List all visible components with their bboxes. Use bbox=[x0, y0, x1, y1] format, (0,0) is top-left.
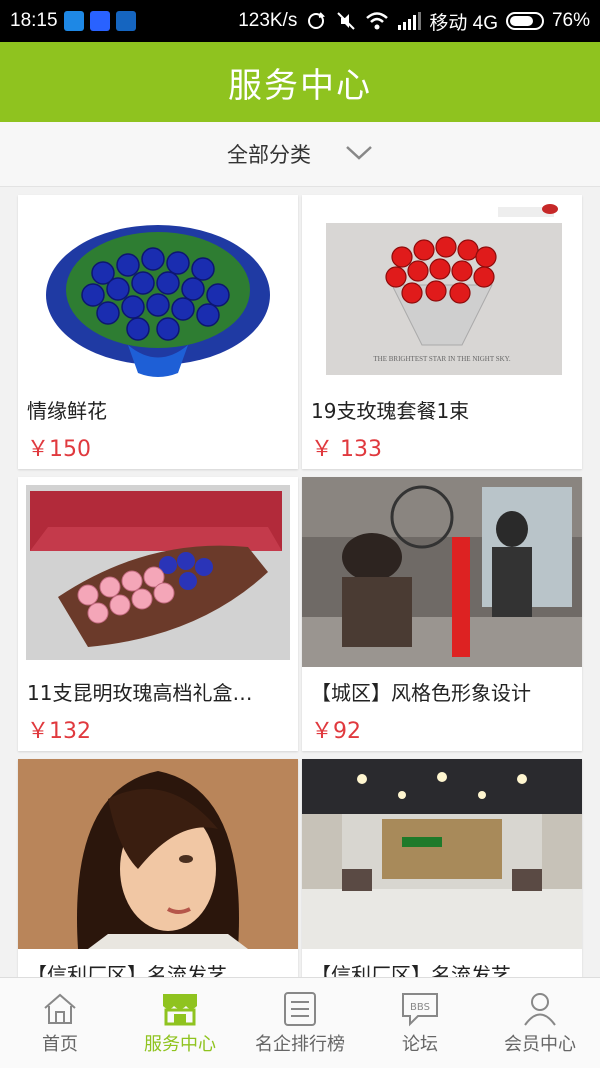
baidu-notification-icon bbox=[89, 11, 110, 31]
store-icon[interactable] bbox=[160, 988, 200, 1030]
product-card[interactable]: 11支昆明玫瑰高档礼盒… ￥132 bbox=[18, 477, 298, 751]
battery-percent: 76% bbox=[551, 10, 590, 31]
carrier-label: 移动 4G bbox=[429, 12, 498, 34]
tab-forum[interactable]: BBS 论坛 bbox=[360, 978, 480, 1068]
product-image-hairstyle[interactable] bbox=[18, 759, 298, 949]
app-notification-icon bbox=[63, 11, 84, 31]
mute-icon bbox=[335, 10, 357, 32]
product-image-salon-interior[interactable] bbox=[302, 477, 582, 667]
tab-member-center[interactable]: 会员中心 bbox=[480, 978, 600, 1068]
product-image-blue-roses[interactable] bbox=[18, 195, 298, 385]
list-icon[interactable] bbox=[281, 988, 319, 1030]
user-icon[interactable] bbox=[521, 988, 559, 1030]
product-name[interactable]: 【城区】风格色形象设计 bbox=[311, 677, 575, 706]
product-card[interactable]: 情缘鲜花 ￥150 bbox=[18, 195, 298, 469]
tab-home[interactable]: 首页 bbox=[0, 978, 120, 1068]
sync-icon bbox=[305, 10, 327, 32]
page-title: 服务中心 bbox=[228, 65, 372, 106]
tab-label[interactable]: 论坛 bbox=[402, 1030, 438, 1056]
svg-text:THE BRIGHTEST STAR IN THE NIGH: THE BRIGHTEST STAR IN THE NIGHT SKY. bbox=[373, 355, 510, 363]
product-name[interactable]: 【信利厂区】名流发艺 bbox=[27, 959, 291, 977]
signal-icon bbox=[397, 11, 422, 31]
bottom-tab-bar: 首页 服务中心 名企排行榜 BBS 论坛 会员中心 bbox=[0, 977, 600, 1068]
product-card[interactable]: 【信利厂区】名流发艺 bbox=[18, 759, 298, 977]
bbs-icon[interactable]: BBS bbox=[400, 988, 440, 1030]
wifi-icon bbox=[365, 11, 389, 31]
category-filter-label[interactable]: 全部分类 bbox=[227, 139, 311, 169]
product-image-red-roses[interactable]: THE BRIGHTEST STAR IN THE NIGHT SKY. bbox=[302, 195, 582, 385]
tab-service-center[interactable]: 服务中心 bbox=[120, 978, 240, 1068]
product-name[interactable]: 情缘鲜花 bbox=[27, 395, 291, 424]
battery-icon bbox=[505, 12, 544, 30]
product-price: ￥ 133 bbox=[311, 437, 382, 462]
product-card[interactable]: 【城区】风格色形象设计 ￥92 bbox=[302, 477, 582, 751]
product-name[interactable]: 19支玫瑰套餐1束 bbox=[311, 395, 575, 424]
product-image-rose-gift-box[interactable] bbox=[18, 477, 298, 667]
product-name[interactable]: 【信利厂区】名流发艺 bbox=[311, 959, 575, 977]
tab-ranking[interactable]: 名企排行榜 bbox=[240, 978, 360, 1068]
product-price: ￥132 bbox=[27, 719, 91, 744]
status-bar: 18:15 123K/s 移动 4G 76% bbox=[0, 0, 600, 42]
page-title-bar: 服务中心 bbox=[0, 42, 600, 122]
product-price: ￥150 bbox=[27, 437, 91, 462]
product-price: ￥92 bbox=[311, 719, 361, 744]
clock: 18:15 bbox=[10, 10, 58, 31]
tab-label[interactable]: 服务中心 bbox=[144, 1030, 216, 1056]
category-filter[interactable]: 全部分类 bbox=[0, 122, 600, 187]
product-name[interactable]: 11支昆明玫瑰高档礼盒… bbox=[27, 677, 291, 706]
product-card[interactable]: THE BRIGHTEST STAR IN THE NIGHT SKY. 19支… bbox=[302, 195, 582, 469]
product-grid: 情缘鲜花 ￥150 THE BRIGHTEST STAR IN THE NIGH… bbox=[0, 187, 600, 977]
product-image-salon-hall[interactable] bbox=[302, 759, 582, 949]
product-card[interactable]: 【信利厂区】名流发艺 bbox=[302, 759, 582, 977]
shield-notification-icon bbox=[115, 11, 136, 31]
svg-text:BBS: BBS bbox=[410, 1002, 430, 1013]
home-icon[interactable] bbox=[41, 988, 79, 1030]
tab-label[interactable]: 名企排行榜 bbox=[255, 1030, 345, 1056]
chevron-down-icon[interactable] bbox=[345, 142, 373, 166]
tab-label[interactable]: 首页 bbox=[42, 1030, 78, 1056]
tab-label[interactable]: 会员中心 bbox=[504, 1030, 576, 1056]
network-speed: 123K/s bbox=[238, 10, 298, 31]
